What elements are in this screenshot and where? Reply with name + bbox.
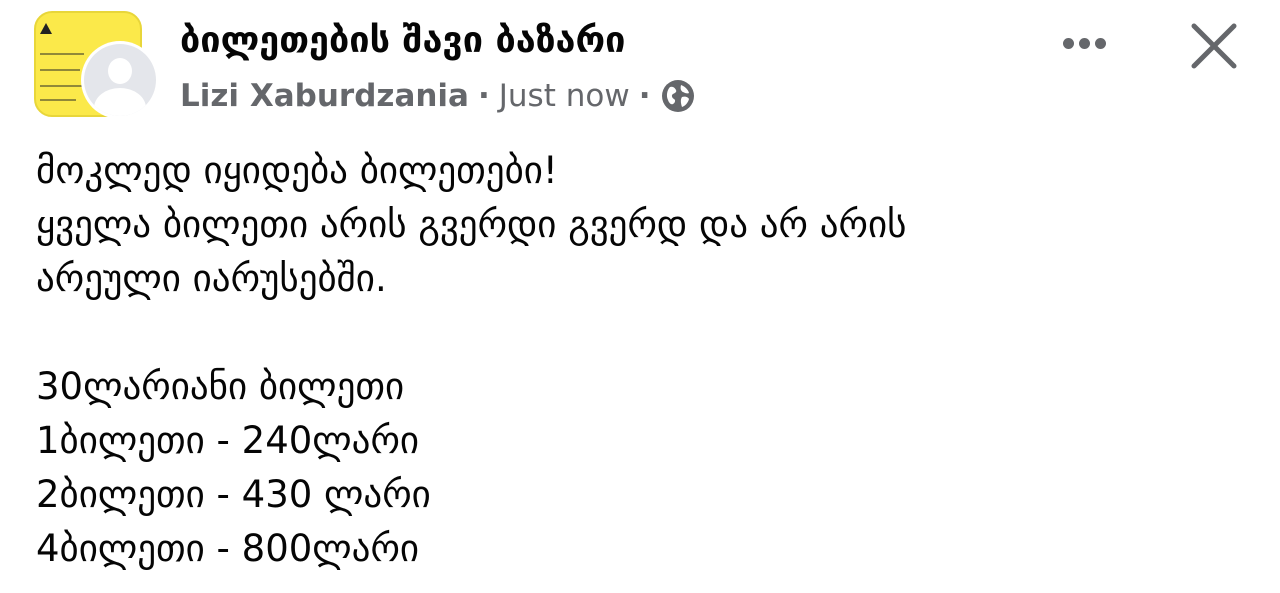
group-name-link[interactable]: ბილეთების შავი ბაზარი: [180, 16, 625, 66]
meta-separator: ·: [638, 78, 651, 114]
warning-icon: [40, 23, 52, 34]
globe-icon[interactable]: [661, 79, 695, 113]
post-text-line: არეული იარუსებში.: [36, 257, 387, 300]
author-avatar[interactable]: [81, 41, 159, 119]
post-text-line: 1ბილეთი - 240ლარი: [36, 419, 420, 462]
post-text-line: 4ბილეთი - 800ლარი: [36, 527, 420, 570]
post-text-line: ყველა ბილეთი არის გვერდი გვერდ და არ არი…: [36, 203, 907, 246]
post-timestamp[interactable]: Just now: [499, 78, 630, 114]
post-text-line: მოკლედ იყიდება ბილეთები!: [36, 149, 558, 192]
post-meta: Lizi Xaburdzania · Just now ·: [180, 74, 695, 118]
post-text-line: 2ბილეთი - 430 ლარი: [36, 473, 431, 516]
post-text-blank-line: [36, 306, 1236, 360]
more-horizontal-icon[interactable]: [1056, 28, 1112, 58]
meta-separator: ·: [477, 78, 490, 114]
close-icon[interactable]: [1186, 18, 1242, 74]
author-name-link[interactable]: Lizi Xaburdzania: [180, 78, 469, 114]
post-text-line: 30ლარიანი ბილეთი: [36, 365, 405, 408]
facebook-post: ბილეთების შავი ბაზარი Lizi Xaburdzania ·…: [0, 0, 1280, 593]
post-body-text: მოკლედ იყიდება ბილეთები! ყველა ბილეთი არ…: [36, 144, 1236, 576]
